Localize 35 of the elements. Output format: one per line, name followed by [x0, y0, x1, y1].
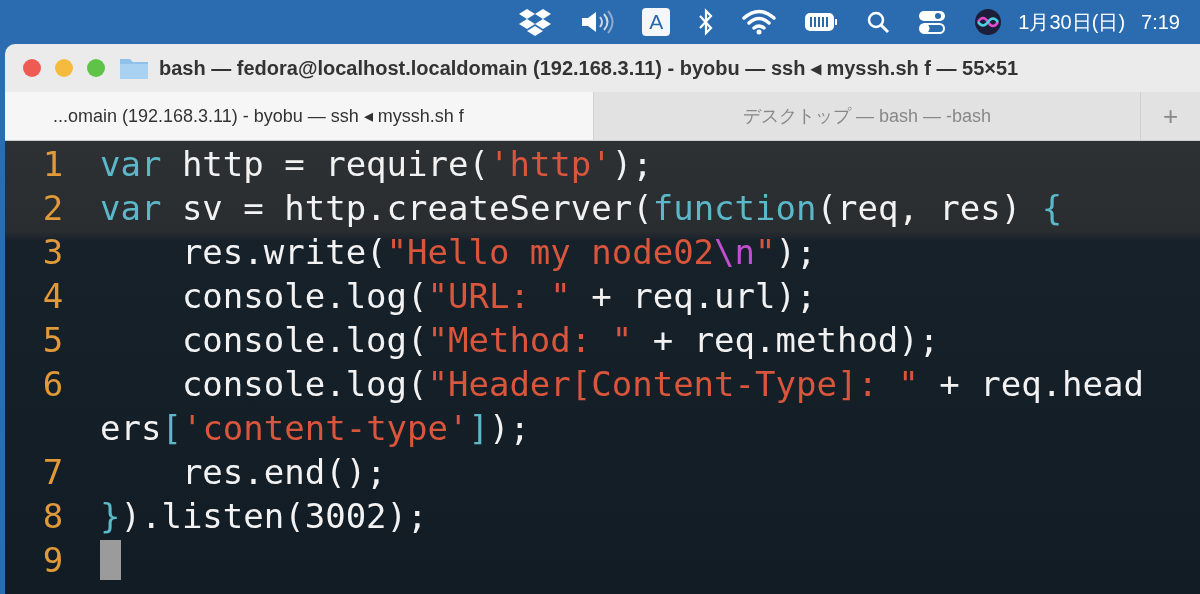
bluetooth-icon[interactable]	[698, 8, 715, 36]
date-text[interactable]: 1月30日(日)	[1018, 8, 1126, 36]
code-line: var http = require('http');	[100, 144, 653, 184]
new-tab-button[interactable]: +	[1140, 92, 1200, 140]
time-text[interactable]: 7:19	[1141, 10, 1180, 34]
speaker-icon[interactable]	[580, 9, 615, 35]
line-number: 4	[41, 276, 65, 316]
tab[interactable]: ...omain (192.168.3.11) - byobu — ssh ◂ myssh.sh f	[5, 92, 593, 140]
search-icon[interactable]	[866, 10, 891, 34]
dropbox-icon[interactable]	[518, 7, 553, 37]
code-line: res.write("Hello my node02\n");	[180, 232, 817, 272]
code-line: console.log("Header[Content-Type]: " + req.head	[180, 364, 1144, 404]
wifi-icon[interactable]	[742, 9, 777, 35]
line-number: 7	[41, 452, 65, 492]
code-line: }).listen(3002);	[100, 496, 428, 536]
code-line: res.end();	[180, 452, 387, 492]
close-button[interactable]	[23, 59, 41, 77]
input-source-indicator[interactable]: A	[642, 8, 671, 36]
toggle-switches-icon[interactable]	[918, 9, 947, 35]
tab[interactable]: デスクトップ — bash — -bash	[593, 92, 1140, 140]
folder-icon	[119, 56, 149, 80]
line-number: 2	[41, 188, 65, 228]
battery-icon[interactable]	[804, 11, 839, 33]
code-line: ers['content-type']);	[100, 408, 530, 448]
line-number: 6	[41, 364, 65, 404]
line-number: 3	[41, 232, 65, 272]
line-number: 1	[41, 144, 65, 184]
siri-icon[interactable]	[974, 8, 1003, 36]
line-number: 9	[41, 540, 65, 580]
line-number: 8	[41, 496, 65, 536]
code-line: console.log("URL: " + req.url);	[180, 276, 817, 316]
code-line: var sv = http.createServer(function(req, res) {	[100, 188, 1063, 228]
code-line: console.log("Method: " + req.method);	[180, 320, 940, 360]
line-number: 5	[41, 320, 65, 360]
window-title: bash — fedora@localhost.localdomain (192.168.3.11) - byobu — ssh ◂ myssh.sh f — 55×51	[159, 56, 1019, 80]
